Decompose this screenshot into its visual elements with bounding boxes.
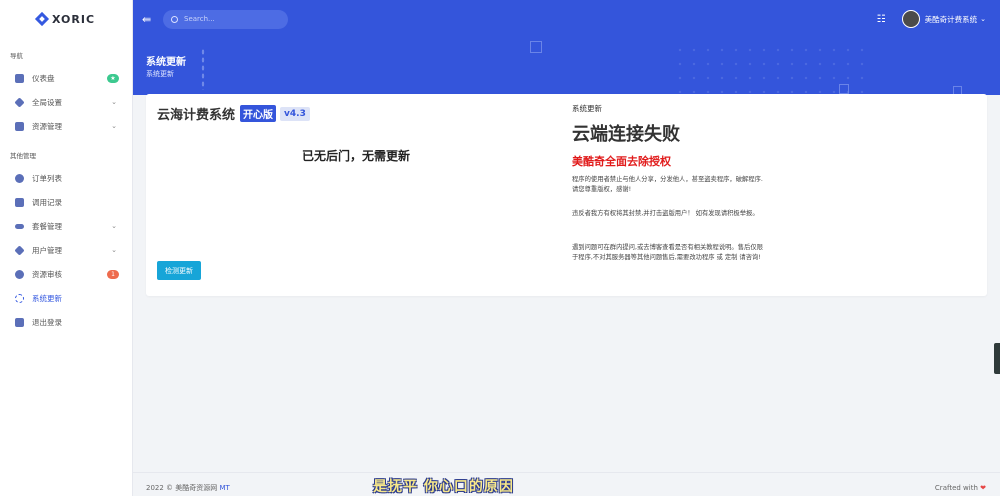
cloud-status-panel: 系统更新 云端连接失败 美酷奇全面去除授权 程序的使用者禁止与他人分享，分发他人…	[572, 94, 972, 296]
copyright-link[interactable]: MT	[220, 484, 230, 492]
sidebar-item-call-logs[interactable]: 调用记录	[0, 190, 132, 214]
user-name[interactable]: 美酷奇计费系统	[925, 14, 978, 25]
search-box[interactable]	[163, 9, 288, 29]
sidebar-item-label: 全局设置	[32, 97, 62, 107]
sidebar-item-packages[interactable]: 套餐管理 ⌄	[0, 214, 132, 238]
sidebar-section-other: 其他管理	[10, 152, 36, 160]
count-badge: 1	[107, 269, 119, 279]
sidebar-item-label: 仪表盘	[32, 73, 55, 83]
update-card: 云海计费系统 开心版 v4.3 已无后门，无需更新 检测更新 系统更新 云端连接…	[146, 94, 987, 296]
sidebar-item-label: 资源审核	[32, 269, 62, 279]
sidebar-item-label: 调用记录	[32, 197, 62, 207]
monitor-icon	[15, 73, 24, 83]
sidebar-item-resource-review[interactable]: 资源审核 1	[0, 262, 132, 286]
cloud-error-heading: 云端连接失败	[572, 124, 680, 145]
sidebar-item-label: 资源管理	[32, 121, 62, 131]
side-drawer-handle[interactable]	[994, 343, 1000, 374]
decorative-square	[530, 41, 542, 53]
settings-sliders-icon[interactable]: ☷	[877, 14, 886, 25]
review-icon	[15, 269, 24, 279]
update-status-panel: 云海计费系统 开心版 v4.3 已无后门，无需更新 检测更新	[146, 94, 566, 296]
layers-icon	[14, 96, 25, 108]
check-update-button[interactable]: 检测更新	[157, 261, 201, 280]
avatar[interactable]	[901, 10, 920, 28]
sidebar-section-nav: 导航	[10, 52, 23, 60]
version-badge: v4.3	[280, 106, 310, 121]
crafted-with: Crafted with ❤	[935, 484, 986, 492]
toggle-icon	[15, 223, 24, 229]
copyright-text: 2022 © 美酷奇资源网	[146, 484, 218, 492]
sidebar-item-label: 系统更新	[32, 293, 62, 303]
users-icon	[14, 244, 25, 256]
overlay-caption: 是抚平 你心口的原因	[373, 479, 514, 495]
page-banner: 系统更新 系统更新	[133, 38, 1000, 95]
sidebar: XORIC 导航 仪表盘 ★ 全局设置 ⌄ 资源管理 ⌄ 其他管理 订单列表 调…	[0, 0, 133, 496]
brand-name: XORIC	[51, 12, 96, 26]
sidebar-item-label: 订单列表	[32, 173, 62, 183]
footer: 2022 © 美酷奇资源网 MT 是抚平 你心口的原因 Crafted with…	[133, 472, 1000, 496]
search-input[interactable]	[184, 15, 279, 23]
chart-icon	[15, 197, 24, 207]
breadcrumb[interactable]: 系统更新	[146, 69, 174, 79]
sidebar-item-resource-management[interactable]: 资源管理 ⌄	[0, 114, 132, 138]
notice-paragraph: 遇到问题可在群内提问,或去博客查看是否有相关教程说明。售后仅限于程序,不对其服务…	[572, 244, 763, 261]
sidebar-item-orders[interactable]: 订单列表	[0, 166, 132, 190]
search-icon	[171, 15, 178, 23]
edition-badge: 开心版	[240, 105, 277, 122]
order-icon	[15, 173, 24, 183]
chevron-down-icon: ⌄	[111, 122, 117, 130]
decorative-square	[839, 84, 849, 94]
sidebar-item-label: 退出登录	[32, 317, 62, 327]
panel-label: 系统更新	[572, 104, 602, 113]
update-message: 已无后门，无需更新	[301, 149, 410, 163]
sidebar-item-system-update[interactable]: 系统更新	[0, 286, 132, 310]
chevron-down-icon: ⌄	[111, 222, 117, 230]
license-notice: 美酷奇全面去除授权	[572, 155, 671, 168]
notice-paragraph: 程序的使用者禁止与他人分享，分发他人，甚至盗卖程序，破解程序. 请您尊重版权，感…	[572, 176, 763, 193]
chevron-down-icon: ⌄	[111, 98, 117, 106]
page-title: 系统更新	[146, 57, 186, 68]
sidebar-item-dashboard[interactable]: 仪表盘 ★	[0, 66, 132, 90]
heart-icon: ❤	[980, 484, 986, 492]
menu-toggle-icon[interactable]: ⇚	[142, 13, 156, 26]
chevron-down-icon: ⌄	[111, 246, 117, 254]
sidebar-item-global-settings[interactable]: 全局设置 ⌄	[0, 90, 132, 114]
app-name: 云海计费系统	[157, 108, 236, 123]
star-badge: ★	[107, 73, 119, 83]
grid-icon	[15, 121, 24, 131]
sidebar-item-users[interactable]: 用户管理 ⌄	[0, 238, 132, 262]
brand-logo[interactable]: XORIC	[0, 0, 132, 38]
logout-icon	[15, 317, 24, 327]
chevron-down-icon[interactable]: ⌄	[980, 15, 986, 23]
decorative-dots	[201, 48, 205, 90]
app-title-row: 云海计费系统 开心版 v4.3	[157, 104, 310, 123]
logo-mark-icon	[34, 11, 50, 27]
sidebar-item-logout[interactable]: 退出登录	[0, 310, 132, 334]
refresh-icon	[15, 293, 24, 303]
topbar-right: ☷ 美酷奇计费系统 ⌄	[877, 0, 986, 38]
copyright: 2022 © 美酷奇资源网 MT	[146, 483, 230, 493]
sidebar-item-label: 套餐管理	[32, 221, 62, 231]
notice-paragraph: 违反者我方有权将其封禁,并打击盗版用户！ 如有发现请积极举报。	[572, 210, 759, 217]
crafted-text: Crafted with	[934, 484, 978, 492]
topbar: ⇚ ☷ 美酷奇计费系统 ⌄	[133, 0, 1000, 38]
sidebar-item-label: 用户管理	[32, 245, 62, 255]
